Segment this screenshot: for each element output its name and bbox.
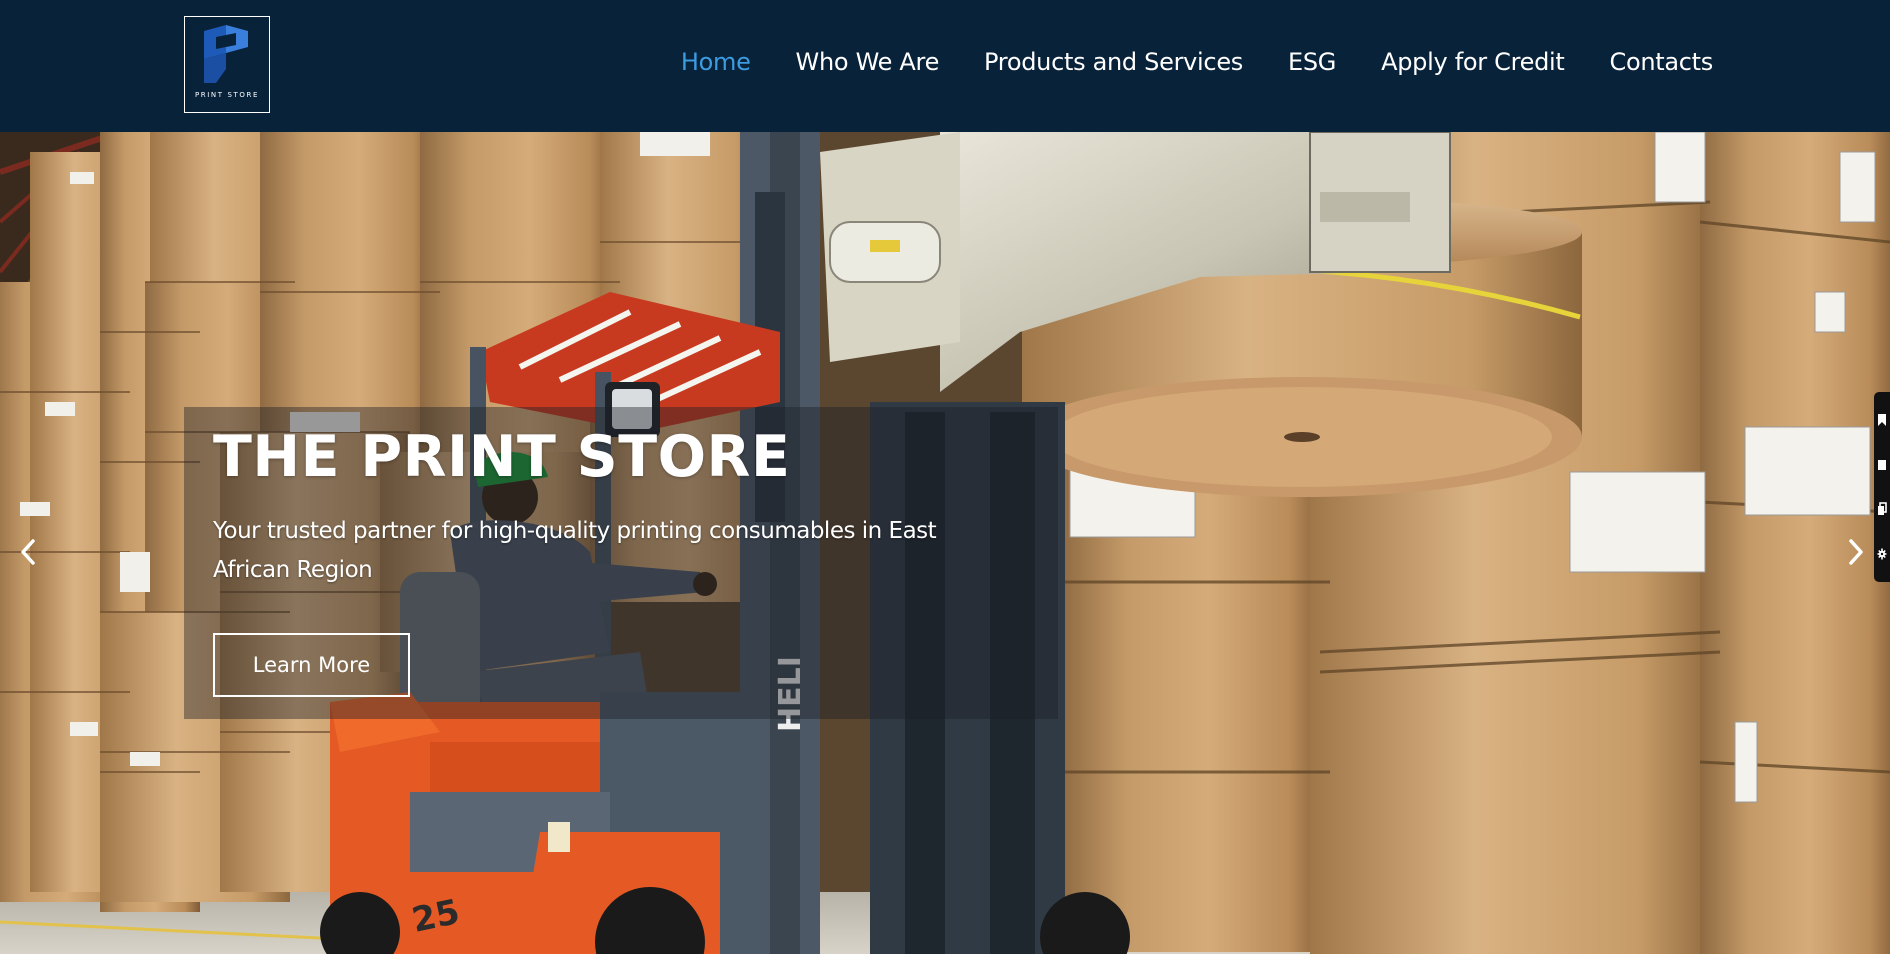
square-icon[interactable]: [1877, 458, 1887, 472]
print-store-logo[interactable]: PRINT STORE: [184, 16, 270, 113]
learn-more-button[interactable]: Learn More: [213, 633, 410, 697]
hero-title: THE PRINT STORE: [213, 424, 791, 490]
chevron-left-icon: [21, 539, 35, 565]
hero-slider: HELI 25 THE PRINT STORE Your trusted par…: [0, 132, 1890, 954]
nav-home[interactable]: Home: [681, 48, 751, 76]
gear-icon[interactable]: [1877, 547, 1887, 561]
side-toolbar: [1874, 392, 1890, 582]
bookmark-icon[interactable]: [1877, 413, 1887, 427]
chevron-right-icon: [1849, 539, 1863, 565]
site-header: PRINT STORE Home Who We Are Products and…: [0, 0, 1890, 132]
print-store-logo-mark-icon: [204, 25, 248, 83]
nav-contacts[interactable]: Contacts: [1610, 48, 1714, 76]
copy-icon[interactable]: [1877, 502, 1887, 516]
nav-esg[interactable]: ESG: [1288, 48, 1336, 76]
carousel-next-button[interactable]: [1836, 532, 1876, 572]
nav-who-we-are[interactable]: Who We Are: [796, 48, 940, 76]
nav-apply-for-credit[interactable]: Apply for Credit: [1381, 48, 1565, 76]
logo-text: PRINT STORE: [194, 91, 259, 99]
main-nav: Home Who We Are Products and Services ES…: [681, 48, 1713, 76]
nav-products-and-services[interactable]: Products and Services: [984, 48, 1243, 76]
hero-subtitle: Your trusted partner for high-quality pr…: [213, 518, 937, 583]
carousel-prev-button[interactable]: [8, 532, 48, 572]
